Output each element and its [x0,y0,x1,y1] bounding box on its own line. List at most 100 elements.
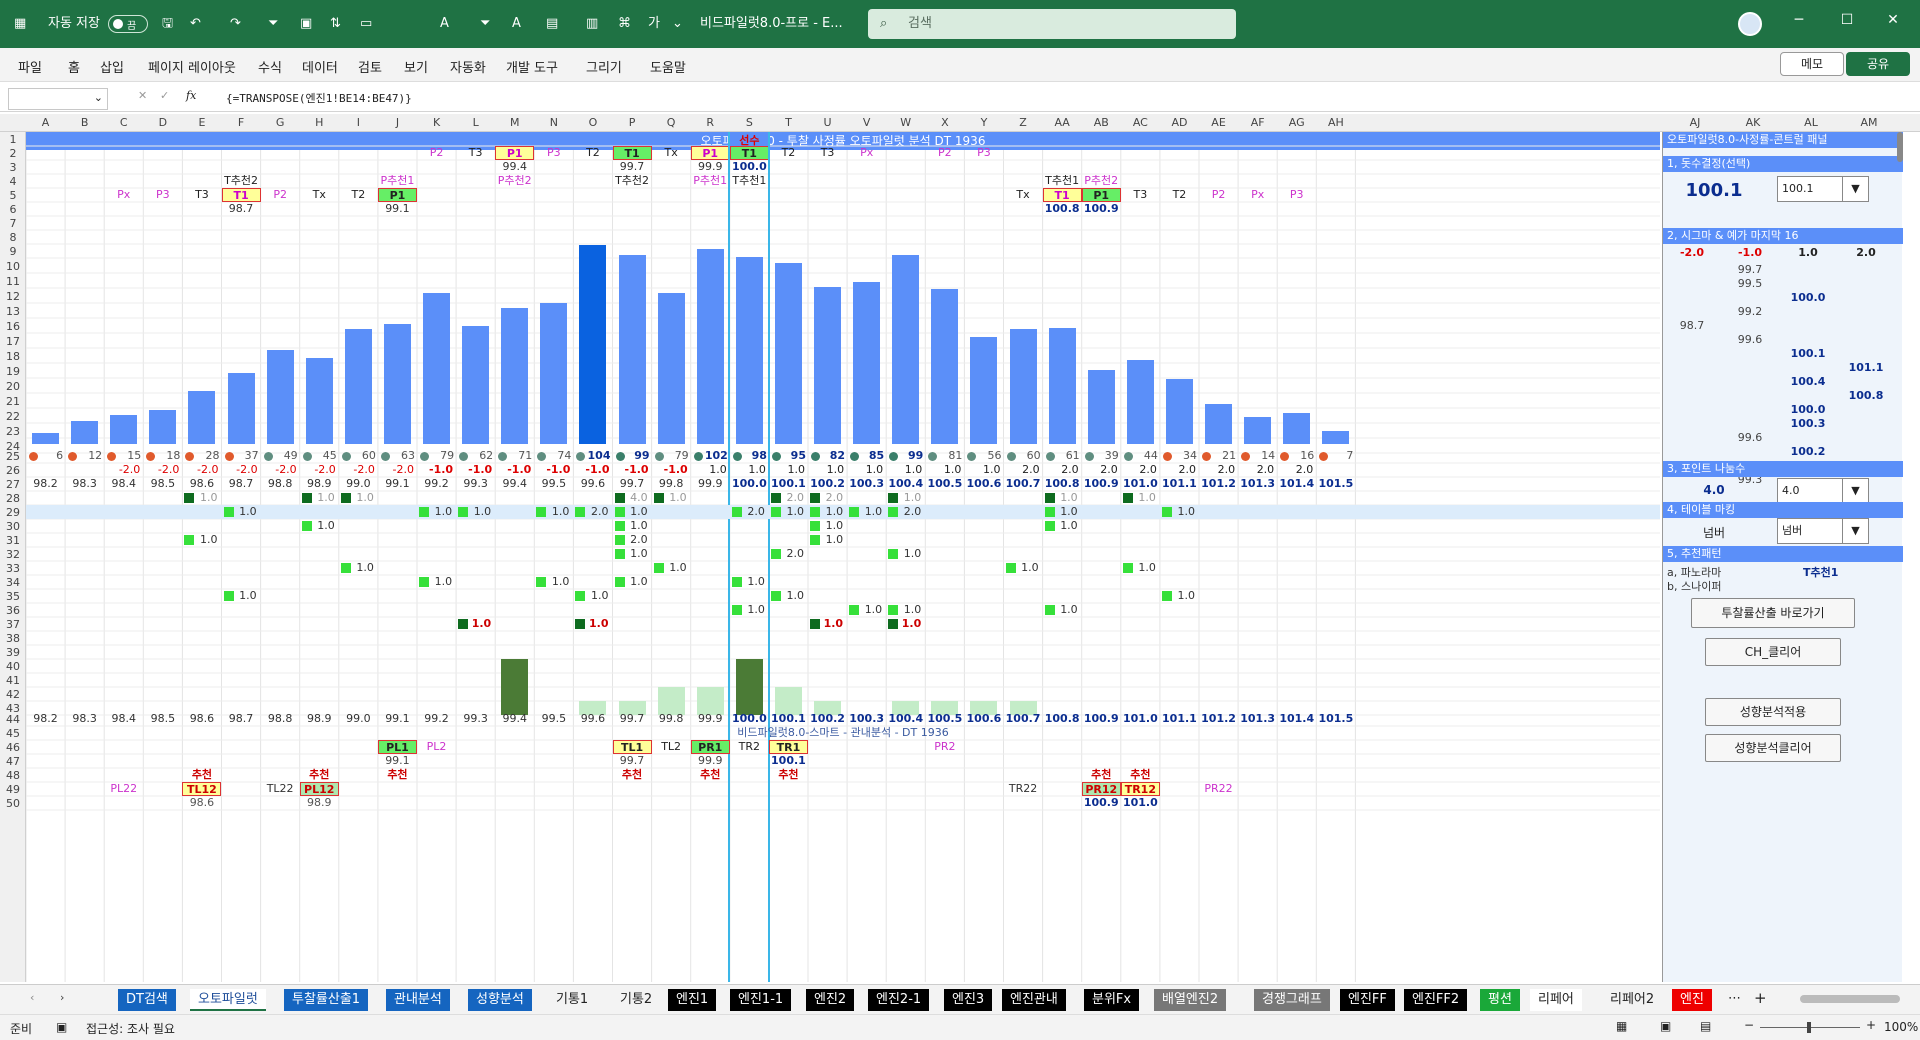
chart-icon[interactable]: ▥ [586,14,598,34]
col-header-K[interactable]: K [417,116,456,129]
row-header-2[interactable]: 2 [0,147,26,160]
horizontal-scrollbar[interactable] [1800,995,1900,1003]
menu-1[interactable]: 파일 [18,57,42,76]
col-header-F[interactable]: F [222,116,261,129]
row-header-11[interactable]: 11 [0,275,26,288]
row-header-42[interactable]: 42 [0,688,26,701]
col-header-AG[interactable]: AG [1277,116,1316,129]
s1-select[interactable]: 100.1 ▼ [1777,176,1869,202]
font-color-icon[interactable]: A [440,14,449,34]
col-header-T[interactable]: T [769,116,808,129]
col-header-A[interactable]: A [26,116,65,129]
row-header-12[interactable]: 12 [0,290,26,303]
row-header-36[interactable]: 36 [0,604,26,617]
panel-scrollbar[interactable] [1897,132,1903,162]
row-header-49[interactable]: 49 [0,783,26,796]
tab-1[interactable]: DT검색 [118,989,176,1011]
menu-7[interactable]: 검토 [358,57,382,76]
tab-14[interactable]: 분위Fx [1084,989,1140,1011]
row-header-20[interactable]: 20 [0,380,26,393]
tab-20[interactable]: 리페어 [1530,989,1582,1011]
more-icon[interactable]: ⌄ [672,14,683,34]
col-header-O[interactable]: O [573,116,612,129]
col-header-R[interactable]: R [691,116,730,129]
menu-2[interactable]: 홈 [68,57,80,76]
row-header-9[interactable]: 9 [0,245,26,258]
normal-view-icon[interactable]: ▦ [1616,1019,1627,1033]
accessibility-status[interactable]: 접근성: 조사 필요 [86,1020,175,1037]
tab-next-icon[interactable]: › [60,991,64,1004]
row-header-23[interactable]: 23 [0,425,26,438]
col-header-B[interactable]: B [65,116,104,129]
row-header-7[interactable]: 7 [0,217,26,230]
col-header-P[interactable]: P [613,116,652,129]
tab-prev-icon[interactable]: ‹ [30,991,34,1004]
avatar[interactable] [1738,12,1762,36]
row-header-17[interactable]: 17 [0,335,26,348]
col-header-J[interactable]: J [378,116,417,129]
row-header-34[interactable]: 34 [0,576,26,589]
tab-2[interactable]: 오토파일럿 [190,989,266,1011]
enter-icon[interactable]: ✓ [160,89,169,102]
page-break-icon[interactable]: ▤ [1700,1019,1711,1033]
row-header-30[interactable]: 30 [0,520,26,533]
memo-button[interactable]: 메모 [1780,52,1844,76]
col-header-X[interactable]: X [925,116,964,129]
tab-17[interactable]: 엔진FF [1340,989,1395,1011]
share-button[interactable]: 공유 [1846,52,1910,76]
tab-9[interactable]: 엔진1-1 [730,989,792,1011]
tab-3[interactable]: 투찰률산출1 [284,989,369,1011]
menu-6[interactable]: 데이터 [302,57,338,76]
row-header-44[interactable]: 44 [0,713,26,726]
row-header-40[interactable]: 40 [0,660,26,673]
row-header-3[interactable]: 3 [0,161,26,174]
undo-icon[interactable]: ↶ [190,14,201,34]
col-header-AB[interactable]: AB [1082,116,1121,129]
formula-input[interactable]: {=TRANSPOSE(엔진1!BE14:BE47)} [226,90,412,106]
menu-12[interactable]: 도움말 [650,57,686,76]
redo-icon[interactable]: ↷ [230,14,241,34]
autosave-toggle[interactable]: 끔 [108,15,148,33]
col-header-W[interactable]: W [886,116,925,129]
row-header-6[interactable]: 6 [0,203,26,216]
tab-13[interactable]: 엔진관내 [1002,989,1066,1011]
row-header-21[interactable]: 21 [0,395,26,408]
row-header-46[interactable]: 46 [0,741,26,754]
row-header-31[interactable]: 31 [0,534,26,547]
row-header-33[interactable]: 33 [0,562,26,575]
col-header-AL[interactable]: AL [1782,116,1840,129]
search-input[interactable]: ⌕ 검색 [868,9,1236,39]
col-header-Z[interactable]: Z [1004,116,1043,129]
menu-10[interactable]: 개발 도구 [506,57,558,76]
col-header-U[interactable]: U [808,116,847,129]
col-header-AE[interactable]: AE [1199,116,1238,129]
filter-icon[interactable]: ⏷ [268,14,278,34]
row-header-32[interactable]: 32 [0,548,26,561]
row-header-10[interactable]: 10 [0,260,26,273]
tab-12[interactable]: 엔진3 [944,989,993,1011]
tab-18[interactable]: 엔진FF2 [1404,989,1468,1011]
cancel-icon[interactable]: ✕ [138,89,147,102]
tab-15[interactable]: 배열엔진2 [1154,989,1227,1011]
row-header-48[interactable]: 48 [0,769,26,782]
row-header-25[interactable]: 25 [0,450,26,463]
col-header-C[interactable]: C [104,116,143,129]
apply-tendency-button[interactable]: 성향분석적용 [1705,698,1841,726]
row-header-22[interactable]: 22 [0,410,26,423]
col-header-D[interactable]: D [143,116,182,129]
tab-more-icon[interactable]: ⋯ [1728,991,1741,1006]
tab-7[interactable]: 기통2 [612,989,661,1011]
row-header-38[interactable]: 38 [0,632,26,645]
col-header-E[interactable]: E [182,116,221,129]
col-header-AJ[interactable]: AJ [1666,116,1724,129]
form-icon[interactable]: ▣ [300,14,312,34]
sort-icon[interactable]: ⇅ [330,14,341,34]
zoom-in-icon[interactable]: + [1866,1018,1876,1032]
row-header-16[interactable]: 16 [0,320,26,333]
zoom-slider[interactable] [1760,1022,1860,1033]
highlight-icon[interactable]: A [512,14,521,34]
col-header-M[interactable]: M [495,116,534,129]
s4-select[interactable]: 넘버 ▼ [1777,518,1869,544]
macro-icon[interactable]: ▣ [56,1020,67,1034]
col-header-AH[interactable]: AH [1316,116,1355,129]
